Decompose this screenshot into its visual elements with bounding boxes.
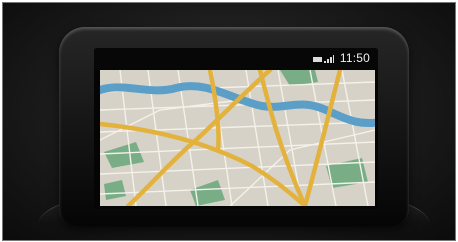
clock: 11:50 bbox=[339, 51, 370, 65]
signal-icon bbox=[324, 55, 334, 63]
infotainment-screen: 11:50 bbox=[94, 48, 378, 209]
navigation-map[interactable] bbox=[100, 70, 375, 206]
car-dashboard-photo: 11:50 bbox=[2, 2, 456, 241]
battery-icon bbox=[313, 57, 322, 62]
status-bar: 11:50 bbox=[94, 48, 378, 70]
